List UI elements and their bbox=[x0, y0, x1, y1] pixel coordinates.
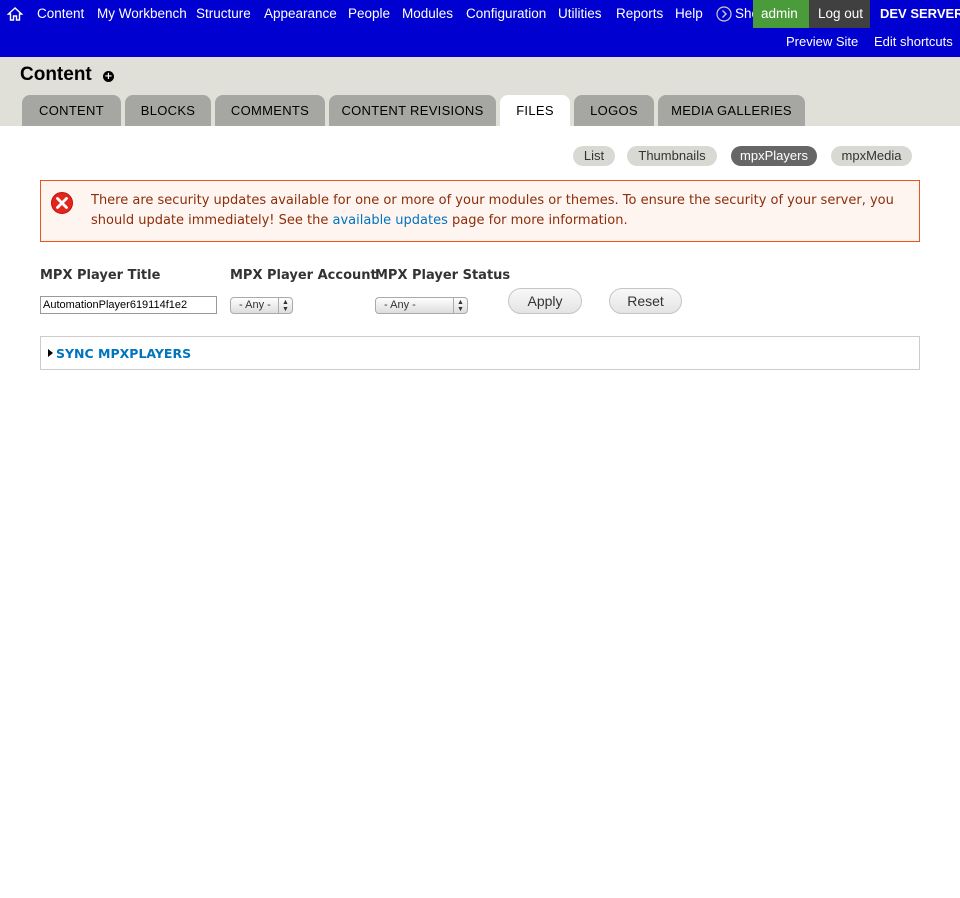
tab-files[interactable]: Files bbox=[500, 95, 570, 126]
player-status-select[interactable]: - Any - ▲ ▼ bbox=[375, 297, 468, 314]
page-header: Content + Content Blocks Comments Conten… bbox=[0, 57, 960, 126]
environment-label: DEV SERVER bbox=[880, 6, 960, 21]
home-icon[interactable] bbox=[7, 6, 23, 22]
secondary-tab-mpxmedia[interactable]: mpxMedia bbox=[831, 146, 912, 166]
error-icon bbox=[51, 192, 73, 214]
filter-account-label: MPX Player Account bbox=[230, 268, 377, 283]
secondary-tab-thumbnails[interactable]: Thumbnails bbox=[627, 146, 717, 166]
tab-content-revisions[interactable]: Content Revisions bbox=[329, 95, 496, 126]
menu-item-configuration[interactable]: Configuration bbox=[466, 6, 546, 21]
user-link[interactable]: admin bbox=[761, 6, 798, 21]
logout-link[interactable]: Log out bbox=[818, 6, 863, 21]
error-message-text: There are security updates available for… bbox=[91, 191, 901, 231]
select-arrows-icon: ▲ ▼ bbox=[278, 298, 292, 313]
player-status-value: - Any - bbox=[384, 299, 416, 311]
collapse-arrow-icon[interactable] bbox=[48, 349, 53, 357]
sync-fieldset: Sync mpxPlayers bbox=[40, 336, 920, 370]
menu-item-appearance[interactable]: Appearance bbox=[264, 6, 337, 21]
menu-item-help[interactable]: Help bbox=[675, 6, 703, 21]
available-updates-link[interactable]: available updates bbox=[333, 213, 448, 228]
menu-item-content[interactable]: Content bbox=[37, 6, 84, 21]
tab-comments[interactable]: Comments bbox=[215, 95, 325, 126]
filter-title-label: MPX Player Title bbox=[40, 268, 161, 283]
menu-item-structure[interactable]: Structure bbox=[196, 6, 251, 21]
apply-button[interactable]: Apply bbox=[508, 288, 582, 314]
admin-toolbar: Content My Workbench Structure Appearanc… bbox=[0, 0, 960, 57]
player-account-select[interactable]: - Any - ▲ ▼ bbox=[230, 297, 293, 314]
tab-media-galleries[interactable]: Media Galleries bbox=[658, 95, 805, 126]
menu-item-utilities[interactable]: Utilities bbox=[558, 6, 602, 21]
secondary-tab-mpxplayers[interactable]: mpxPlayers bbox=[731, 146, 817, 166]
select-arrows-icon: ▲ ▼ bbox=[453, 298, 467, 313]
menu-item-people[interactable]: People bbox=[348, 6, 390, 21]
message-text-after: page for more information. bbox=[447, 213, 628, 228]
player-account-value: - Any - bbox=[239, 299, 271, 311]
shortcut-edit-shortcuts[interactable]: Edit shortcuts bbox=[874, 34, 953, 49]
tab-content[interactable]: Content bbox=[22, 95, 121, 126]
menu-item-reports[interactable]: Reports bbox=[616, 6, 663, 21]
sync-mpxplayers-toggle[interactable]: Sync mpxPlayers bbox=[56, 346, 191, 361]
menu-item-my-workbench[interactable]: My Workbench bbox=[97, 6, 187, 21]
add-shortcut-icon[interactable]: + bbox=[103, 71, 114, 82]
reset-button[interactable]: Reset bbox=[609, 288, 682, 314]
tab-blocks[interactable]: Blocks bbox=[125, 95, 211, 126]
error-message: There are security updates available for… bbox=[40, 180, 920, 242]
shortcut-preview-site[interactable]: Preview Site bbox=[786, 34, 858, 49]
filter-status-label: MPX Player Status bbox=[375, 268, 511, 283]
shortcuts-toggle-icon[interactable] bbox=[716, 6, 732, 22]
secondary-tab-list[interactable]: List bbox=[573, 146, 615, 166]
page-title: Content bbox=[20, 64, 92, 85]
tab-logos[interactable]: Logos bbox=[574, 95, 654, 126]
player-title-input[interactable] bbox=[40, 296, 217, 314]
menu-item-modules[interactable]: Modules bbox=[402, 6, 453, 21]
